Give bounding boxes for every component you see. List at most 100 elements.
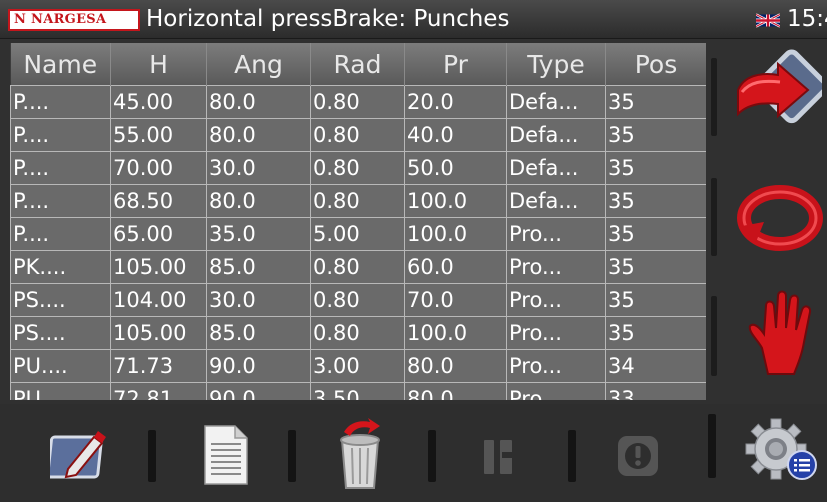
next-arrow-button[interactable] — [730, 42, 822, 138]
cell-ang: 80.0 — [206, 85, 311, 119]
cell-pos: 35 — [605, 250, 706, 284]
table-row[interactable]: PS.... 105.00 85.0 0.80 100.0 Pro... 35 — [10, 316, 706, 350]
toolbar-separator — [288, 430, 296, 482]
table-row[interactable]: P.... 45.00 80.0 0.80 20.0 Defa... 35 — [10, 85, 706, 119]
table-row[interactable]: P.... 65.00 35.0 5.00 100.0 Pro... 35 — [10, 217, 706, 251]
cell-name: P.... — [10, 184, 111, 218]
toolbar-separator — [148, 430, 156, 482]
punches-table: Name H Ang Rad Pr Type Pos P.... 45.00 80.… — [10, 43, 706, 400]
cell-pos: 34 — [605, 349, 706, 383]
cell-pos: 35 — [605, 118, 706, 152]
cell-pos: 35 — [605, 217, 706, 251]
stop-hand-button[interactable] — [744, 288, 816, 376]
delete-trash-icon — [340, 418, 380, 489]
cell-rad: 3.50 — [310, 382, 405, 400]
cell-h: 105.00 — [110, 316, 207, 350]
cell-rad: 0.80 — [310, 283, 405, 317]
cell-rad: 0.80 — [310, 85, 405, 119]
cell-h: 55.00 — [110, 118, 207, 152]
document-icon — [204, 425, 248, 485]
edit-button[interactable] — [50, 425, 114, 481]
column-header-pos[interactable]: Pos — [605, 43, 706, 86]
cell-ang: 90.0 — [206, 382, 311, 400]
table-row[interactable]: P.... 68.50 80.0 0.80 100.0 Defa... 35 — [10, 184, 706, 218]
split-icon — [484, 440, 514, 474]
cell-pr: 80.0 — [404, 349, 507, 383]
cell-pos: 35 — [605, 316, 706, 350]
cell-pr: 60.0 — [404, 250, 507, 284]
cell-pr: 20.0 — [404, 85, 507, 119]
cell-name: PU.... — [10, 382, 111, 400]
cell-ang: 85.0 — [206, 250, 311, 284]
split-button[interactable] — [480, 438, 516, 476]
cell-pr: 100.0 — [404, 316, 507, 350]
cell-h: 72.81 — [110, 382, 207, 400]
cell-type: Pro... — [506, 349, 606, 383]
cell-type: Pro... — [506, 382, 606, 400]
column-header-h[interactable]: H — [110, 43, 207, 86]
cell-pos: 35 — [605, 184, 706, 218]
toolbar-separator — [708, 414, 716, 478]
sidebar-separator — [711, 296, 717, 376]
cell-ang: 80.0 — [206, 118, 311, 152]
nargesa-logo: N NARGESA — [8, 9, 140, 31]
refresh-button[interactable] — [734, 176, 824, 260]
table-row[interactable]: PU.... 71.73 90.0 3.00 80.0 Pro... 34 — [10, 349, 706, 383]
cell-type: Pro... — [506, 217, 606, 251]
uk-flag-icon[interactable] — [756, 13, 780, 28]
settings-button[interactable] — [742, 416, 820, 486]
table-row[interactable]: PU.... 72.81 90.0 3.50 80.0 Pro... 33 — [10, 382, 706, 400]
cell-h: 68.50 — [110, 184, 207, 218]
cell-name: PS.... — [10, 316, 111, 350]
document-button[interactable] — [203, 424, 249, 486]
cell-pos: 35 — [605, 85, 706, 119]
cell-pr: 50.0 — [404, 151, 507, 185]
delete-button[interactable] — [334, 418, 386, 492]
punches-table-container[interactable]: Name H Ang Rad Pr Type Pos P.... 45.00 80.… — [10, 43, 706, 400]
column-header-type[interactable]: Type — [506, 43, 606, 86]
cell-pr: 80.0 — [404, 382, 507, 400]
alert-icon — [618, 436, 658, 476]
settings-gear-icon — [745, 418, 817, 480]
alert-button[interactable] — [616, 434, 660, 478]
cell-ang: 80.0 — [206, 184, 311, 218]
cell-rad: 0.80 — [310, 118, 405, 152]
table-row[interactable]: PK.... 105.00 85.0 0.80 60.0 Pro... 35 — [10, 250, 706, 284]
refresh-icon — [737, 185, 823, 251]
table-row[interactable]: P.... 70.00 30.0 0.80 50.0 Defa... 35 — [10, 151, 706, 185]
cell-name: PK.... — [10, 250, 111, 284]
table-row[interactable]: P.... 55.00 80.0 0.80 40.0 Defa... 35 — [10, 118, 706, 152]
cell-name: P.... — [10, 118, 111, 152]
cell-pr: 40.0 — [404, 118, 507, 152]
cell-h: 45.00 — [110, 85, 207, 119]
cell-h: 71.73 — [110, 349, 207, 383]
sidebar-separator — [711, 178, 717, 256]
toolbar-separator — [568, 430, 576, 482]
toolbar-separator — [428, 430, 436, 482]
cell-rad: 0.80 — [310, 250, 405, 284]
cell-pos: 35 — [605, 151, 706, 185]
cell-ang: 35.0 — [206, 217, 311, 251]
sidebar-separator — [711, 58, 717, 136]
cell-name: P.... — [10, 85, 111, 119]
cell-name: P.... — [10, 217, 111, 251]
cell-rad: 0.80 — [310, 316, 405, 350]
cell-ang: 85.0 — [206, 316, 311, 350]
cell-pos: 35 — [605, 283, 706, 317]
cell-rad: 0.80 — [310, 184, 405, 218]
table-row[interactable]: PS.... 104.00 30.0 0.80 70.0 Pro... 35 — [10, 283, 706, 317]
column-header-pr[interactable]: Pr — [404, 43, 507, 86]
cell-type: Defa... — [506, 151, 606, 185]
table-header-row: Name H Ang Rad Pr Type Pos — [10, 43, 706, 86]
column-header-rad[interactable]: Rad — [310, 43, 405, 86]
cell-rad: 0.80 — [310, 151, 405, 185]
cell-type: Pro... — [506, 283, 606, 317]
column-header-name[interactable]: Name — [10, 43, 111, 86]
cell-ang: 90.0 — [206, 349, 311, 383]
cell-ang: 30.0 — [206, 151, 311, 185]
cell-pos: 33 — [605, 382, 706, 400]
cell-pr: 100.0 — [404, 184, 507, 218]
page-title: Horizontal pressBrake: Punches — [146, 6, 510, 32]
title-bar: N NARGESA Horizontal pressBrake: Punches… — [0, 0, 827, 39]
column-header-ang[interactable]: Ang — [206, 43, 311, 86]
